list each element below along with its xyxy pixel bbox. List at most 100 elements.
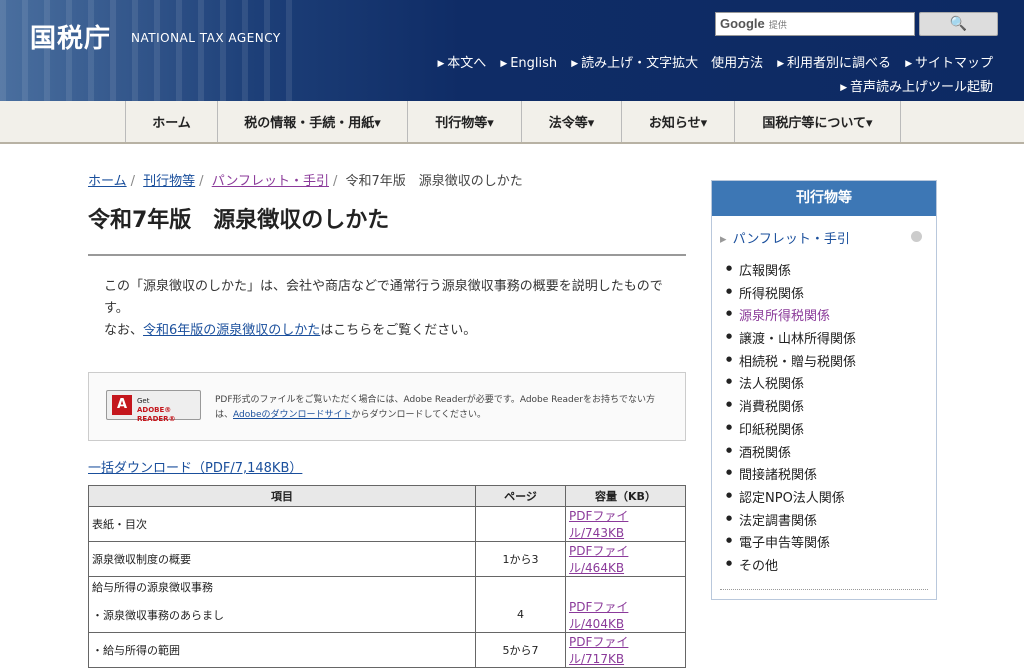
sidebar-item-label: 相続税・贈与税関係	[739, 354, 857, 370]
sidebar-title[interactable]: 刊行物等	[712, 181, 936, 216]
adobe-text-2: からダウンロードしてください。	[351, 410, 486, 420]
breadcrumb-publications[interactable]: 刊行物等	[143, 174, 195, 189]
table-header-row: 項目 ページ 容量（KB）	[88, 485, 686, 507]
link-sitemap[interactable]: サイトマップ	[905, 56, 993, 71]
site-logo[interactable]: 国税庁	[30, 18, 111, 55]
table-row: 給与所得の源泉徴収事務	[88, 576, 686, 598]
main-content: ホーム / 刊行物等 / パンフレット・手引 / 令和7年版 源泉徴収のしかた 令和7…	[88, 170, 686, 668]
adobe-badge-get: Get	[137, 397, 150, 405]
get-adobe-reader-button[interactable]: A Get ADOBE® READER®	[106, 390, 201, 423]
sidebar-divider	[720, 589, 928, 590]
sidebar-item-label: 法定調書関係	[739, 513, 818, 529]
sidebar-sub-pamphlet[interactable]: パンフレット・手引	[720, 228, 928, 250]
sidebar-item-active[interactable]: 源泉所得税関係	[712, 305, 936, 328]
sidebar-item-label: 間接諸税関係	[739, 468, 818, 484]
sidebar-item[interactable]: 間接諸税関係	[712, 464, 936, 487]
sidebar-item-label: 印紙税関係	[739, 422, 805, 438]
link-voice-reader[interactable]: 音声読み上げツール起動	[840, 80, 993, 95]
sidebar-item-label: その他	[739, 558, 779, 574]
nav-laws[interactable]: 法令等▾	[522, 101, 622, 142]
utility-links: 本文へ English 読み上げ・文字拡大 使用方法 利用者別に調べる サイトマ…	[427, 52, 993, 71]
sidebar-item-label: 消費税関係	[739, 400, 805, 416]
sidebar-item[interactable]: 電子申告等関係	[712, 532, 936, 555]
link-adobe-download[interactable]: Adobeのダウンロードサイト	[233, 410, 351, 420]
sidebar: 刊行物等 パンフレット・手引 広報関係 所得税関係 源泉所得税関係 譲渡・山林所…	[711, 180, 937, 600]
row-page	[475, 506, 566, 542]
sidebar-item-label: 源泉所得税関係	[739, 309, 831, 325]
row-page: 4	[475, 597, 566, 633]
row-page	[475, 576, 566, 598]
row-item: ・給与所得の範囲	[88, 631, 476, 668]
sidebar-item-label: 所得税関係	[739, 286, 805, 302]
table-row: 源泉徴収制度の概要 1から3 PDFファイル/464KB	[88, 541, 686, 577]
link-skip-to-content[interactable]: 本文へ	[437, 56, 486, 71]
link-previous-edition[interactable]: 令和6年版の源泉徴収のしかた	[143, 323, 320, 338]
sidebar-item-label: 譲渡・山林所得関係	[739, 332, 857, 348]
nav-tax-info[interactable]: 税の情報・手続・用紙▾	[218, 101, 408, 142]
sidebar-item-label: 広報関係	[739, 264, 792, 279]
breadcrumb: ホーム / 刊行物等 / パンフレット・手引 / 令和7年版 源泉徴収のしかた	[88, 174, 523, 189]
table-row: ・源泉徴収事務のあらまし 4 PDFファイル/404KB	[88, 597, 686, 633]
sidebar-item[interactable]: 印紙税関係	[712, 419, 936, 442]
intro-line-2-pre: なお、	[104, 323, 144, 338]
link-english[interactable]: English	[500, 56, 557, 71]
pdf-link[interactable]: PDFファイル/743KB	[569, 509, 628, 540]
adobe-notice-text: PDF形式のファイルをご覧いただく場合には、Adobe Readerが必要です。…	[215, 393, 670, 423]
bulk-download-link[interactable]: 一括ダウンロード（PDF/7,148KB）	[88, 461, 302, 476]
sidebar-item-label: 認定NPO法人関係	[739, 490, 845, 506]
site-header: 国税庁 NATIONAL TAX AGENCY Google 提供 🔍 本文へ …	[0, 0, 1024, 101]
sidebar-item[interactable]: 相続税・贈与税関係	[712, 351, 936, 374]
nav-home[interactable]: ホーム	[126, 101, 218, 142]
sidebar-sub-label: パンフレット・手引	[732, 232, 850, 247]
pdf-link[interactable]: PDFファイル/717KB	[569, 635, 628, 666]
pdf-link[interactable]: PDFファイル/464KB	[569, 544, 628, 575]
col-page: ページ	[475, 485, 566, 507]
adobe-reader-notice: A Get ADOBE® READER® PDF形式のファイルをご覧いただく場合…	[88, 372, 686, 441]
sidebar-item[interactable]: 所得税関係	[712, 283, 936, 306]
intro-line-2-post: はこちらをご覧ください。	[320, 323, 477, 338]
sidebar-item[interactable]: 法人税関係	[712, 373, 936, 396]
contents-table: 項目 ページ 容量（KB） 表紙・目次 PDFファイル/743KB 源泉徴収制度…	[88, 485, 686, 668]
sidebar-list: 広報関係 所得税関係 源泉所得税関係 譲渡・山林所得関係 相続税・贈与税関係 法…	[712, 260, 936, 578]
pdf-link[interactable]: PDFファイル/404KB	[569, 600, 628, 631]
sidebar-item[interactable]: 認定NPO法人関係	[712, 487, 936, 510]
link-by-user[interactable]: 利用者別に調べる	[777, 56, 891, 71]
global-nav: ホーム 税の情報・手続・用紙▾ 刊行物等▾ 法令等▾ お知らせ▾ 国税庁等につい…	[0, 101, 1024, 144]
row-item: 表紙・目次	[88, 506, 476, 542]
page-title: 令和7年版 源泉徴収のしかた	[88, 206, 686, 256]
search-button[interactable]: 🔍	[919, 12, 998, 36]
search-input[interactable]: Google 提供	[715, 12, 915, 36]
row-item: 給与所得の源泉徴収事務	[88, 576, 476, 598]
sidebar-item[interactable]: その他	[712, 555, 936, 578]
adobe-pdf-icon: A	[112, 395, 132, 415]
nav-news[interactable]: お知らせ▾	[622, 101, 735, 142]
table-row: ・給与所得の範囲 5から7 PDFファイル/717KB	[88, 631, 686, 668]
sidebar-item[interactable]: 消費税関係	[712, 396, 936, 419]
row-page: 5から7	[475, 631, 566, 668]
sidebar-item[interactable]: 酒税関係	[712, 442, 936, 465]
sidebar-item-label: 酒税関係	[739, 445, 792, 461]
row-item: ・源泉徴収事務のあらまし	[88, 597, 476, 633]
col-size: 容量（KB）	[565, 485, 686, 507]
nav-about[interactable]: 国税庁等について▾	[735, 101, 901, 142]
row-item: 源泉徴収制度の概要	[88, 541, 476, 577]
sidebar-item-label: 電子申告等関係	[739, 536, 831, 552]
breadcrumb-home[interactable]: ホーム	[88, 174, 127, 189]
link-accessibility[interactable]: 読み上げ・文字拡大 使用方法	[571, 56, 763, 71]
sidebar-item[interactable]: 譲渡・山林所得関係	[712, 328, 936, 351]
breadcrumb-current: 令和7年版 源泉徴収のしかた	[345, 174, 523, 189]
google-brand: Google	[720, 16, 765, 31]
circle-icon	[911, 231, 922, 242]
row-page: 1から3	[475, 541, 566, 577]
sidebar-item[interactable]: 法定調書関係	[712, 510, 936, 533]
intro-text: この「源泉徴収のしかた」は、会社や商店などで通常行う源泉徴収事務の概要を説明した…	[88, 276, 686, 342]
sidebar-item-label: 法人税関係	[739, 377, 805, 393]
search-icon: 🔍	[949, 16, 968, 32]
intro-line-1: この「源泉徴収のしかた」は、会社や商店などで通常行う源泉徴収事務の概要を説明した…	[104, 279, 663, 316]
nav-publications[interactable]: 刊行物等▾	[408, 101, 522, 142]
col-item: 項目	[88, 485, 476, 507]
search-provided-label: 提供	[768, 21, 787, 31]
breadcrumb-pamphlet[interactable]: パンフレット・手引	[212, 174, 329, 189]
site-logo-english: NATIONAL TAX AGENCY	[131, 31, 281, 45]
sidebar-item[interactable]: 広報関係	[712, 260, 936, 283]
